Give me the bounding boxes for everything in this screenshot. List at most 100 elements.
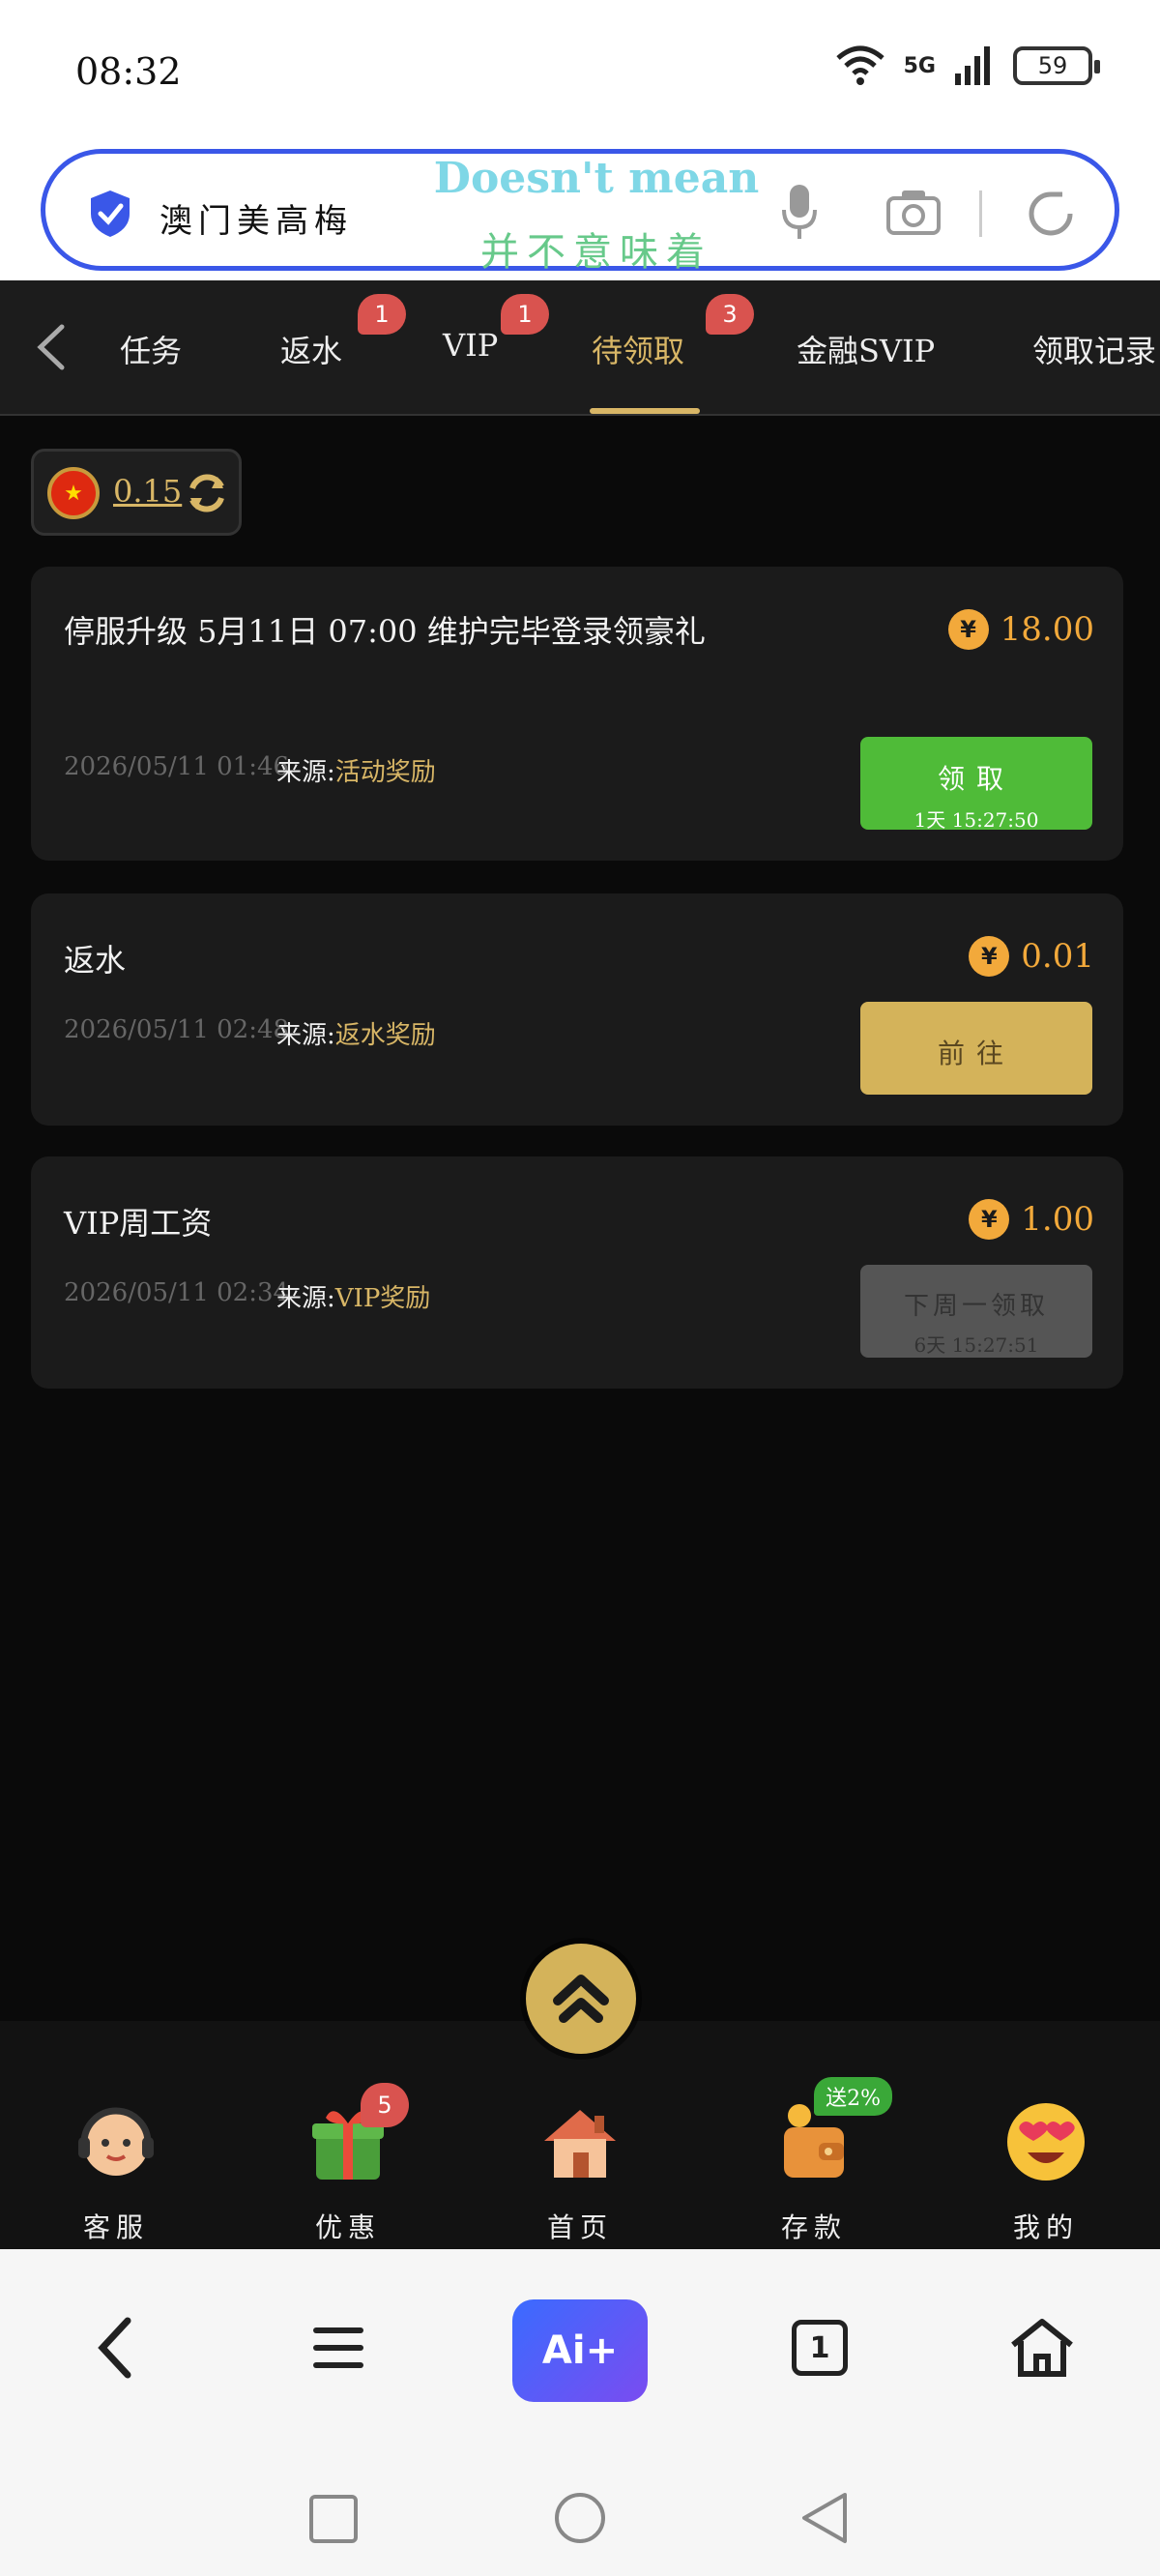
reload-icon[interactable] [1024,187,1078,241]
app-bottom-nav: 客服 5 优惠 首页 送2% 存款 我的 [0,2021,1160,2249]
tab-claim-history[interactable]: 领取记录 [1032,327,1156,371]
reward-title: 停服升级 5月11日 07:00 维护完毕登录领豪礼 [64,613,706,650]
goto-button-label: 前往 [937,1038,1015,1069]
reward-amount: ¥ 0.01 [969,936,1094,977]
tab-tasks[interactable]: 任务 [120,327,182,371]
browser-tabs-button[interactable]: 1 [771,2299,868,2396]
reward-title: VIP周工资 [64,1205,213,1242]
shield-icon [91,190,130,237]
reward-amount-value: 18.00 [1000,610,1094,649]
reward-source-prefix: 来源: [276,758,335,787]
tab-vip-badge: 1 [501,294,549,335]
reward-amount-value: 1.00 [1021,1200,1094,1239]
reward-source-value: 活动奖励 [334,758,436,787]
nav-label: 客服 [82,2211,149,2243]
recent-apps-icon[interactable] [307,2493,360,2545]
balance-value: 0.15 [113,473,183,510]
yen-coin-icon: ¥ [969,1199,1010,1240]
double-chevron-up-icon [553,1975,609,2023]
status-time: 08:32 [75,50,182,93]
search-query: 澳门美高梅 [160,202,353,241]
reward-source-value: 返水奖励 [334,1021,436,1050]
reward-source: 来源:VIP奖励 [276,1278,430,1314]
reward-date: 2026/05/11 02:48 [64,1015,290,1044]
tab-rebate[interactable]: 返水 [280,327,342,371]
next-monday-button: 下周一领取 6天 15:27:51 [860,1265,1092,1358]
goto-button[interactable]: 前往 [860,1002,1092,1095]
house-icon [536,2098,624,2185]
reward-amount: ¥ 1.00 [969,1199,1094,1240]
scroll-to-top-button[interactable] [526,1944,636,2054]
reward-source-prefix: 来源: [276,1284,335,1313]
browser-home-button[interactable] [994,2299,1090,2396]
nav-item-promotions[interactable]: 5 优惠 [290,2083,409,2245]
translation-overlay: Doesn't mean 并不意味着 [432,154,761,277]
china-flag-icon: ★ [47,467,100,519]
tab-pending-badge: 3 [706,294,754,335]
nav-label: 优惠 [314,2211,381,2243]
home-circle-icon[interactable] [553,2491,607,2545]
reward-source: 来源:返水奖励 [276,1015,436,1051]
back-arrow-icon[interactable] [33,323,72,371]
heart-eyes-emoji-icon [1002,2098,1089,2185]
claim-button[interactable]: 领取 1天 15:27:50 [860,737,1092,832]
overlay-english: Doesn't mean [433,154,760,203]
claim-button-label: 领取 [937,763,1015,795]
network-label: 5G [903,53,936,78]
tab-vip[interactable]: VIP [443,327,498,364]
camera-icon[interactable] [884,187,942,237]
home-icon [1011,2319,1073,2377]
reward-source: 来源:活动奖励 [276,752,436,788]
reward-amount: ¥ 18.00 [947,609,1094,650]
nav-item-profile[interactable]: 我的 [988,2098,1104,2245]
next-monday-countdown: 6天 15:27:51 [914,1333,1039,1357]
signal-icon [955,46,990,85]
reward-source-value: VIP奖励 [334,1284,431,1313]
browser-menu-button[interactable] [290,2299,387,2396]
yen-coin-icon: ¥ [969,936,1010,977]
browser-back-button[interactable] [68,2299,164,2396]
system-nav-bar [0,2450,1160,2576]
nav-label: 存款 [780,2211,847,2243]
deposit-promo-badge: 送2% [814,2077,892,2116]
wallet-icon: 送2% [770,2077,892,2185]
back-triangle-icon[interactable] [798,2491,851,2545]
nav-item-customer-service[interactable]: 客服 [58,2098,174,2245]
status-icons: 5G 59 [834,44,1100,87]
reward-source-prefix: 来源: [276,1021,335,1050]
reward-amount-value: 0.01 [1021,937,1094,976]
gift-box-icon: 5 [304,2083,409,2185]
status-bar: 08:32 5G 59 [0,0,1160,145]
tab-pending[interactable]: 待领取 [592,327,684,371]
search-divider [979,190,982,237]
reward-date: 2026/05/11 02:34 [64,1278,290,1307]
active-tab-indicator [590,408,700,414]
tab-finance-svip[interactable]: 金融SVIP [797,327,935,371]
tab-bar: 任务 返水 1 VIP 1 待领取 3 金融SVIP 领取记录 [0,280,1160,416]
ai-assistant-button[interactable]: Ai+ [512,2299,648,2402]
refresh-icon[interactable] [183,469,231,517]
chevron-left-icon [98,2317,131,2379]
nav-label: 首页 [546,2211,613,2243]
yen-coin-icon: ¥ [947,609,989,650]
hamburger-menu-icon [313,2327,363,2368]
tab-count: 1 [792,2320,848,2376]
support-agent-icon [72,2098,160,2185]
search-input[interactable]: 澳门美高梅 Doesn't mean 并不意味着 [41,149,1119,275]
reward-title: 返水 [64,942,127,979]
overlay-chinese: 并不意味着 [480,230,712,275]
claim-countdown: 1天 15:27:50 [914,808,1039,832]
wifi-icon [835,45,884,85]
tab-rebate-badge: 1 [358,294,406,335]
reward-card: 停服升级 5月11日 07:00 维护完毕登录领豪礼 ¥ 18.00 2026/… [31,567,1123,861]
browser-address-area: 澳门美高梅 Doesn't mean 并不意味着 [0,145,1160,280]
microphone-icon[interactable] [780,183,819,241]
nav-item-deposit[interactable]: 送2% 存款 [756,2077,892,2245]
reward-date: 2026/05/11 01:46 [64,752,290,781]
battery-level: 59 [1037,52,1068,79]
reward-card: 返水 ¥ 0.01 2026/05/11 02:48 来源:返水奖励 前往 [31,893,1123,1126]
nav-label: 我的 [1012,2211,1079,2243]
balance-chip: ★ 0.15 [31,449,242,536]
battery-icon: 59 [1013,46,1100,85]
nav-item-home[interactable]: 首页 [522,2098,638,2245]
